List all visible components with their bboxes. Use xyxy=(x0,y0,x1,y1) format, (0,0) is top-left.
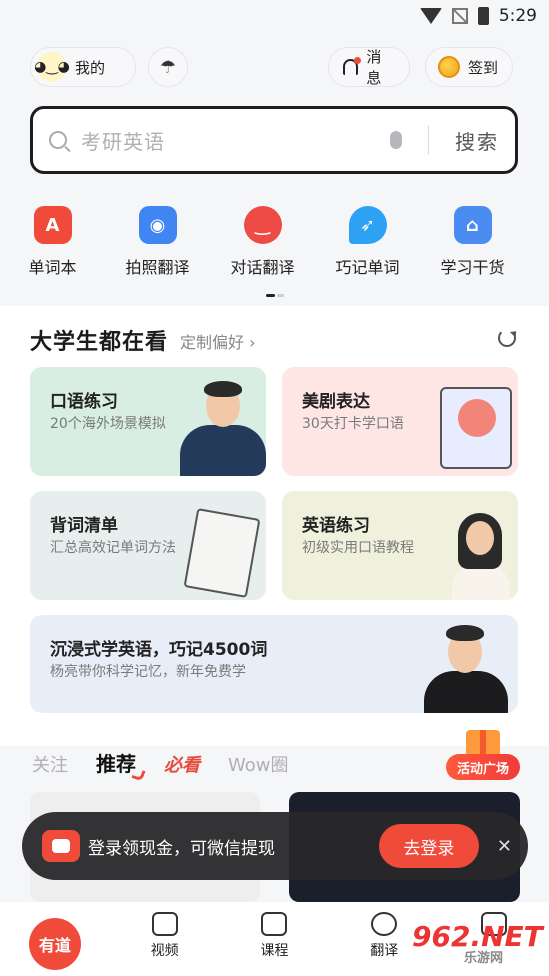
divider xyxy=(428,125,429,155)
search-icon xyxy=(49,131,67,149)
tool-label: 学习干货 xyxy=(440,258,505,277)
checkin-button[interactable]: 签到 xyxy=(425,47,513,87)
search-input[interactable]: 考研英语 xyxy=(81,126,390,155)
quick-tools: A 单词本 ◉ 拍照翻译 ‿ 对话翻译 ➶ 巧记单词 ⌂ 学习干货 xyxy=(0,200,549,286)
microphone-icon[interactable] xyxy=(390,131,402,149)
card-subtitle: 20个海外场景模拟 xyxy=(50,416,166,432)
login-button[interactable]: 去登录 xyxy=(378,824,479,868)
nav-home[interactable]: 有道 xyxy=(0,902,110,976)
clipboard-illustration xyxy=(183,508,261,598)
tab-must-see[interactable]: 必看 xyxy=(164,751,200,777)
card-subtitle: 30天打卡学口语 xyxy=(302,416,404,432)
coin-icon xyxy=(438,56,460,78)
tv-illustration xyxy=(440,387,512,469)
status-time: 5:29 xyxy=(498,6,537,26)
rocket-icon: ➶ xyxy=(348,206,387,244)
tab-recommend[interactable]: 推荐 xyxy=(96,748,136,777)
umbrella-icon: ☂ xyxy=(159,56,177,78)
card-immersive-english[interactable]: 沉浸式学英语，巧记4500词 杨亮带你科学记忆，新年免费学 xyxy=(30,615,518,713)
messages-label: 消息 xyxy=(366,48,382,87)
search-button[interactable]: 搜索 xyxy=(455,126,499,155)
checkin-label: 签到 xyxy=(468,58,499,77)
login-prompt-toast: 登录领现金，可微信提现 去登录 ✕ xyxy=(22,812,528,880)
nav-label: 课程 xyxy=(260,943,289,959)
card-subtitle: 杨亮带你科学记忆，新年免费学 xyxy=(50,664,246,680)
status-bar: 5:29 xyxy=(0,0,549,32)
card-word-list[interactable]: 背词清单 汇总高效记单词方法 xyxy=(30,491,266,600)
card-oral-practice[interactable]: 口语练习 20个海外场景模拟 xyxy=(30,367,266,476)
card-tv-expressions[interactable]: 美剧表达 30天打卡学口语 xyxy=(282,367,518,476)
tool-dialog-translate[interactable]: ‿ 对话翻译 xyxy=(210,200,315,286)
card-subtitle: 汇总高效记单词方法 xyxy=(50,540,176,556)
avatar: ◕‿◕ xyxy=(34,52,70,82)
wordbook-icon: A xyxy=(33,206,72,244)
nav-label: 翻译 xyxy=(370,943,399,959)
customize-preferences-link[interactable]: 定制偏好 › xyxy=(180,329,256,353)
section-title: 大学生都在看 xyxy=(30,330,169,355)
card-title: 英语练习 xyxy=(302,516,370,536)
tool-memorize-words[interactable]: ➶ 巧记单词 xyxy=(315,200,420,286)
bookmark-icon: ⌂ xyxy=(453,206,492,244)
home-logo: 有道 xyxy=(28,918,81,970)
wifi-icon xyxy=(419,8,442,24)
translate-icon xyxy=(371,912,398,936)
card-english-practice[interactable]: 英语练习 初级实用口语教程 xyxy=(282,491,518,600)
feed-tabs: 关注 推荐 必看 Wow圈 xyxy=(32,748,288,777)
toast-message: 登录领现金，可微信提现 xyxy=(88,838,275,859)
nav-course[interactable]: 课程 xyxy=(220,902,330,976)
course-icon xyxy=(261,912,288,936)
card-title: 口语练习 xyxy=(50,392,118,412)
messages-button[interactable]: 消息 xyxy=(328,47,410,87)
tool-label: 拍照翻译 xyxy=(125,258,190,277)
tool-label: 巧记单词 xyxy=(335,258,400,277)
no-sim-icon xyxy=(451,8,468,24)
tab-wow[interactable]: Wow圈 xyxy=(228,751,288,777)
umbrella-button[interactable]: ☂ xyxy=(148,47,188,87)
app-logo-icon xyxy=(42,830,80,862)
profile-label: 我的 xyxy=(75,58,106,77)
page-indicator xyxy=(266,294,284,297)
tool-photo-translate[interactable]: ◉ 拍照翻译 xyxy=(105,200,210,286)
instructor-image xyxy=(448,511,514,600)
tab-follow[interactable]: 关注 xyxy=(32,751,68,777)
nav-video[interactable]: 视频 xyxy=(110,902,220,976)
tool-study-tips[interactable]: ⌂ 学习干货 xyxy=(420,200,525,286)
refresh-icon[interactable] xyxy=(498,329,516,347)
card-title: 背词清单 xyxy=(50,516,118,536)
profile-button[interactable]: ◕‿◕ 我的 xyxy=(30,47,136,87)
chat-icon: ‿ xyxy=(243,206,282,244)
bell-icon xyxy=(343,57,362,75)
video-icon xyxy=(151,912,178,936)
tool-label: 单词本 xyxy=(28,258,77,277)
close-icon[interactable]: ✕ xyxy=(497,836,512,857)
watermark: 962.NET 乐游网 xyxy=(412,920,543,966)
search-bar[interactable]: 考研英语 搜索 xyxy=(30,106,518,174)
tool-wordbook[interactable]: A 单词本 xyxy=(0,200,105,286)
card-title: 美剧表达 xyxy=(302,392,370,412)
activity-plaza-button[interactable]: 活动广场 xyxy=(446,730,520,782)
card-subtitle: 初级实用口语教程 xyxy=(302,540,414,556)
instructor-image xyxy=(180,375,266,476)
card-title: 沉浸式学英语，巧记4500词 xyxy=(50,640,268,660)
nav-label: 视频 xyxy=(150,943,179,959)
instructor-image xyxy=(420,619,512,713)
activity-label: 活动广场 xyxy=(446,754,520,780)
tool-label: 对话翻译 xyxy=(230,258,295,277)
camera-icon: ◉ xyxy=(138,206,177,244)
battery-icon xyxy=(477,7,489,25)
